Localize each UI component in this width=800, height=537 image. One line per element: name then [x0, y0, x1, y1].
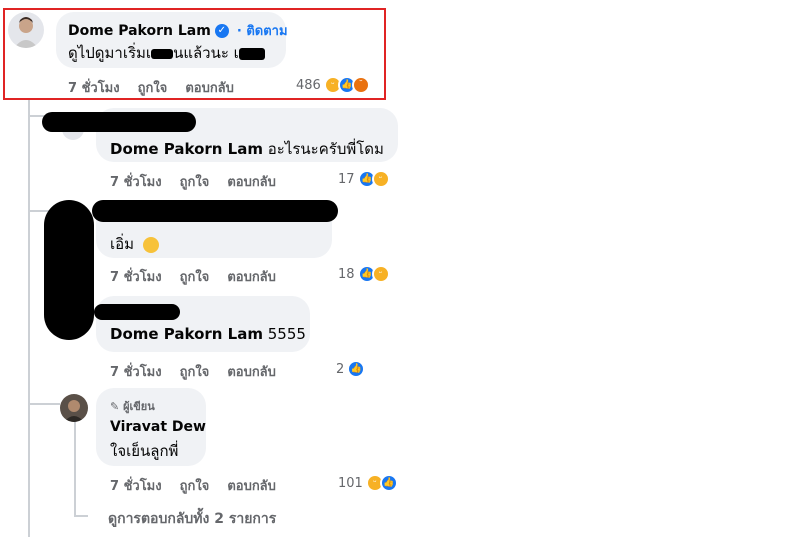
- comment-text-part: อะไรนะครับพี่โดม: [267, 140, 384, 158]
- comment-text-part: 5555: [267, 325, 306, 343]
- haha-reaction-icon: ᵕ: [371, 265, 390, 283]
- redaction: [94, 304, 180, 320]
- comment-text: Dome Pakorn Lam 5555: [110, 325, 306, 343]
- comment-text: Dome Pakorn Lam อะไรนะครับพี่โดม: [110, 137, 384, 161]
- reaction-summary[interactable]: 18 👍 ᵕ: [338, 265, 390, 283]
- reply-button[interactable]: ตอบกลับ: [227, 475, 276, 496]
- haha-reaction-icon: ᵕ: [371, 170, 390, 188]
- comment-time[interactable]: 7 ชั่วโมง: [110, 266, 162, 287]
- thread-line-branch: [28, 403, 60, 405]
- author-badge: ✎ ผู้เขียน: [110, 397, 155, 415]
- reaction-count: 18: [338, 266, 355, 282]
- pencil-icon: ✎: [110, 400, 120, 413]
- thread-line-sub: [74, 420, 76, 516]
- comment-time[interactable]: 7 ชั่วโมง: [110, 475, 162, 496]
- comment-actions: 7 ชั่วโมง ถูกใจ ตอบกลับ: [110, 266, 276, 287]
- reaction-count: 101: [338, 475, 363, 491]
- like-button[interactable]: ถูกใจ: [180, 475, 210, 496]
- reply-button[interactable]: ตอบกลับ: [227, 266, 276, 287]
- comment-time[interactable]: 7 ชั่วโมง: [110, 361, 162, 382]
- reaction-summary[interactable]: 101 ᵕ 👍: [338, 474, 398, 492]
- avatar-image: [64, 400, 84, 422]
- redaction: [92, 200, 338, 222]
- avatar[interactable]: [60, 394, 88, 422]
- comment-actions: 7 ชั่วโมง ถูกใจ ตอบกลับ: [110, 475, 276, 496]
- reply-button[interactable]: ตอบกลับ: [227, 171, 276, 192]
- reply-button[interactable]: ตอบกลับ: [227, 361, 276, 382]
- like-reaction-icon: 👍: [379, 474, 398, 492]
- like-button[interactable]: ถูกใจ: [180, 171, 210, 192]
- comment-actions: 7 ชั่วโมง ถูกใจ ตอบกลับ: [110, 171, 276, 192]
- mention-link[interactable]: Dome Pakorn Lam: [110, 325, 263, 343]
- view-more-replies-link[interactable]: ดูการตอบกลับทั้ง 2 รายการ: [108, 508, 276, 530]
- thread-line: [28, 100, 30, 537]
- reaction-count: 2: [336, 361, 345, 377]
- reaction-summary[interactable]: 2 👍: [336, 360, 366, 378]
- highlight-box: [3, 8, 386, 100]
- comment-actions: 7 ชั่วโมง ถูกใจ ตอบกลับ: [110, 361, 276, 382]
- like-button[interactable]: ถูกใจ: [180, 361, 210, 382]
- comment-author[interactable]: Viravat Dew: [110, 419, 206, 435]
- like-button[interactable]: ถูกใจ: [180, 266, 210, 287]
- comment-text: ใจเย็นลูกพี่: [110, 442, 179, 460]
- like-reaction-icon: 👍: [347, 360, 366, 378]
- reaction-count: 17: [338, 171, 355, 187]
- mention-link[interactable]: Dome Pakorn Lam: [110, 140, 263, 158]
- redaction: [42, 112, 196, 132]
- reaction-summary[interactable]: 17 👍 ᵕ: [338, 170, 390, 188]
- author-badge-label: ผู้เขียน: [123, 400, 155, 413]
- redaction: [44, 200, 94, 340]
- rolling-eyes-emoji: [142, 236, 159, 253]
- comment-text-part: เอิ่ม: [110, 235, 135, 253]
- thread-line-sub-branch: [74, 515, 88, 517]
- comment-text: เอิ่ม: [110, 232, 159, 256]
- comment-time[interactable]: 7 ชั่วโมง: [110, 171, 162, 192]
